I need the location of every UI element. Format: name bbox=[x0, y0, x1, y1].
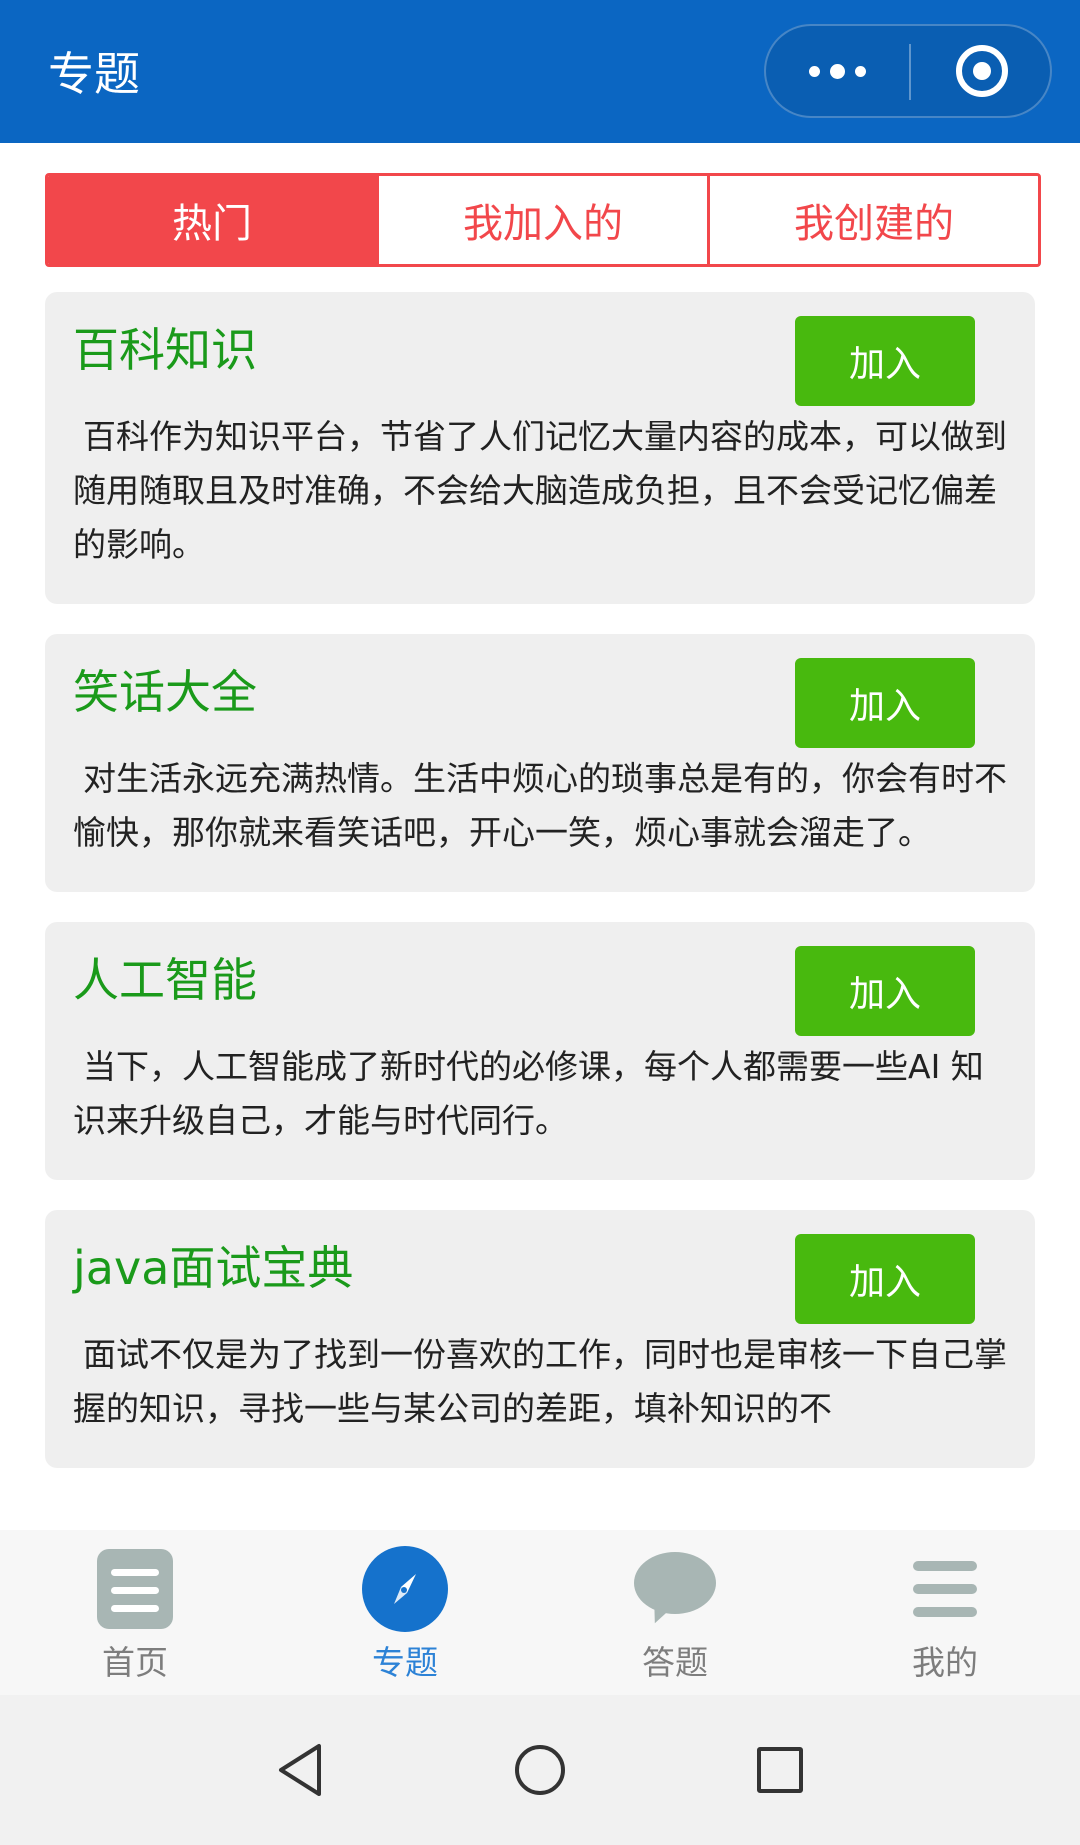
miniprogram-capsule bbox=[764, 24, 1052, 118]
nav-back-button[interactable] bbox=[180, 1695, 420, 1845]
topic-card-ai[interactable]: 人工智能 加入 当下，人工智能成了新时代的必修课，每个人都需要一些AI 知识来升… bbox=[45, 922, 1035, 1180]
compass-needle bbox=[394, 1574, 416, 1604]
home-doc-line bbox=[111, 1587, 159, 1594]
more-dots-icon bbox=[809, 65, 820, 77]
page-title: 专题 bbox=[48, 47, 140, 101]
topic-title: java面试宝典 bbox=[73, 1241, 354, 1295]
app-header: 专题 bbox=[0, 0, 1080, 143]
tabbar-item-home[interactable]: 首页 bbox=[0, 1530, 270, 1695]
chat-bubble-body bbox=[634, 1552, 716, 1614]
tab-hot[interactable]: 热门 bbox=[48, 176, 376, 264]
topic-list[interactable]: 百科知识 加入 百科作为知识平台，节省了人们记忆大量内容的成本，可以做到随用随取… bbox=[45, 292, 1035, 1530]
more-dots-icon-right bbox=[855, 65, 866, 77]
nav-home-button[interactable] bbox=[420, 1695, 660, 1845]
tabbar-item-quiz[interactable]: 答题 bbox=[540, 1530, 810, 1695]
recents-square-icon bbox=[757, 1747, 803, 1793]
tabbar-item-mine[interactable]: 我的 bbox=[810, 1530, 1080, 1695]
home-doc-line bbox=[111, 1605, 159, 1612]
target-icon bbox=[955, 45, 1008, 97]
topic-description: 对生活永远充满热情。生活中烦心的琐事总是有的，你会有时不愉快，那你就来看笑话吧，… bbox=[73, 759, 1007, 852]
tabbar-item-topics[interactable]: 专题 bbox=[270, 1530, 540, 1695]
topic-description: 当下，人工智能成了新时代的必修课，每个人都需要一些AI 知识来升级自己，才能与时… bbox=[73, 1047, 984, 1140]
back-triangle-icon bbox=[279, 1744, 321, 1796]
topic-description: 百科作为知识平台，节省了人们记忆大量内容的成本，可以做到随用随取且及时准确，不会… bbox=[73, 417, 1007, 564]
system-navigation-bar bbox=[0, 1695, 1080, 1845]
tabbar-label: 首页 bbox=[102, 1643, 168, 1682]
more-button[interactable] bbox=[766, 26, 909, 116]
join-button[interactable]: 加入 bbox=[795, 1234, 975, 1324]
home-circle-icon bbox=[515, 1745, 565, 1795]
home-document-icon bbox=[97, 1549, 173, 1629]
home-doc-line bbox=[111, 1569, 159, 1576]
topic-card-encyclopedia[interactable]: 百科知识 加入 百科作为知识平台，节省了人们记忆大量内容的成本，可以做到随用随取… bbox=[45, 292, 1035, 604]
topic-title: 笑话大全 bbox=[73, 665, 257, 719]
compass-icon bbox=[362, 1546, 448, 1632]
bottom-tabbar: 首页 专题 答题 我的 bbox=[0, 1530, 1080, 1695]
tabbar-icon-wrap bbox=[902, 1546, 988, 1632]
topic-description: 面试不仅是为了找到一份喜欢的工作，同时也是审核一下自己掌握的知识，寻找一些与某公… bbox=[73, 1335, 1007, 1428]
tab-joined[interactable]: 我加入的 bbox=[376, 176, 707, 264]
tabbar-label: 我的 bbox=[912, 1643, 978, 1682]
join-button[interactable]: 加入 bbox=[795, 946, 975, 1036]
menu-icon bbox=[913, 1561, 977, 1617]
topic-title: 百科知识 bbox=[73, 323, 257, 377]
tabbar-label: 专题 bbox=[372, 1643, 438, 1682]
menu-line bbox=[913, 1561, 977, 1571]
nav-recents-button[interactable] bbox=[660, 1695, 900, 1845]
topic-card-java[interactable]: java面试宝典 加入 面试不仅是为了找到一份喜欢的工作，同时也是审核一下自己掌… bbox=[45, 1210, 1035, 1468]
topic-card-jokes[interactable]: 笑话大全 加入 对生活永远充满热情。生活中烦心的琐事总是有的，你会有时不愉快，那… bbox=[45, 634, 1035, 892]
more-dots-icon-center bbox=[830, 63, 845, 79]
menu-line bbox=[913, 1584, 977, 1594]
tabbar-icon-wrap bbox=[362, 1546, 448, 1632]
tabbar-label: 答题 bbox=[642, 1643, 708, 1682]
topic-title: 人工智能 bbox=[73, 953, 257, 1007]
join-button[interactable]: 加入 bbox=[795, 316, 975, 406]
tabbar-icon-wrap bbox=[632, 1546, 718, 1632]
target-icon-center bbox=[972, 62, 991, 80]
chat-bubble-icon bbox=[634, 1552, 716, 1628]
tabbar-icon-wrap bbox=[92, 1546, 178, 1632]
topic-tabs: 热门 我加入的 我创建的 bbox=[45, 173, 1041, 267]
close-miniprogram-button[interactable] bbox=[911, 26, 1052, 116]
join-button[interactable]: 加入 bbox=[795, 658, 975, 748]
tab-created[interactable]: 我创建的 bbox=[707, 176, 1038, 264]
menu-line bbox=[913, 1607, 977, 1617]
